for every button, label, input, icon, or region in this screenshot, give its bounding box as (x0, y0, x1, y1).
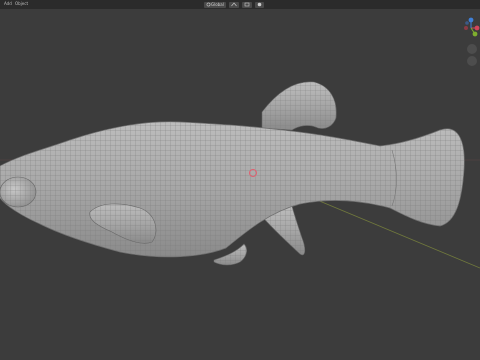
snap-button[interactable] (241, 1, 252, 8)
gizmo-z-handle (468, 17, 474, 23)
pan-icon[interactable] (467, 56, 477, 66)
menu-add[interactable]: Add (4, 1, 12, 7)
proportional-edit-button[interactable] (254, 1, 264, 8)
transform-orientation-dropdown[interactable]: Global (204, 1, 226, 8)
3d-viewport[interactable] (0, 0, 480, 360)
gizmo-neg-y-handle (465, 21, 469, 25)
pivot-icon (231, 2, 237, 7)
proportional-edit-icon (257, 2, 262, 7)
gizmo-y-handle (472, 31, 478, 37)
menu-object[interactable]: Object (15, 1, 28, 7)
transform-orientation-label: Global (211, 1, 224, 7)
dorsal-fin[interactable] (261, 81, 337, 131)
gizmo-x-handle (474, 25, 480, 31)
snap-icon (244, 2, 250, 7)
navigation-gizmo[interactable] (462, 16, 480, 40)
3d-cursor-icon[interactable] (249, 169, 257, 177)
viewport-header: Add Object Global (0, 0, 480, 9)
pivot-button[interactable] (228, 1, 239, 8)
gizmo-neg-x-handle (464, 26, 468, 30)
fish-body-mesh[interactable] (0, 121, 465, 258)
transform-toolbar: Global (204, 1, 264, 8)
viewport-scene (0, 81, 480, 269)
eye[interactable] (0, 176, 37, 208)
zoom-icon[interactable] (467, 44, 477, 54)
